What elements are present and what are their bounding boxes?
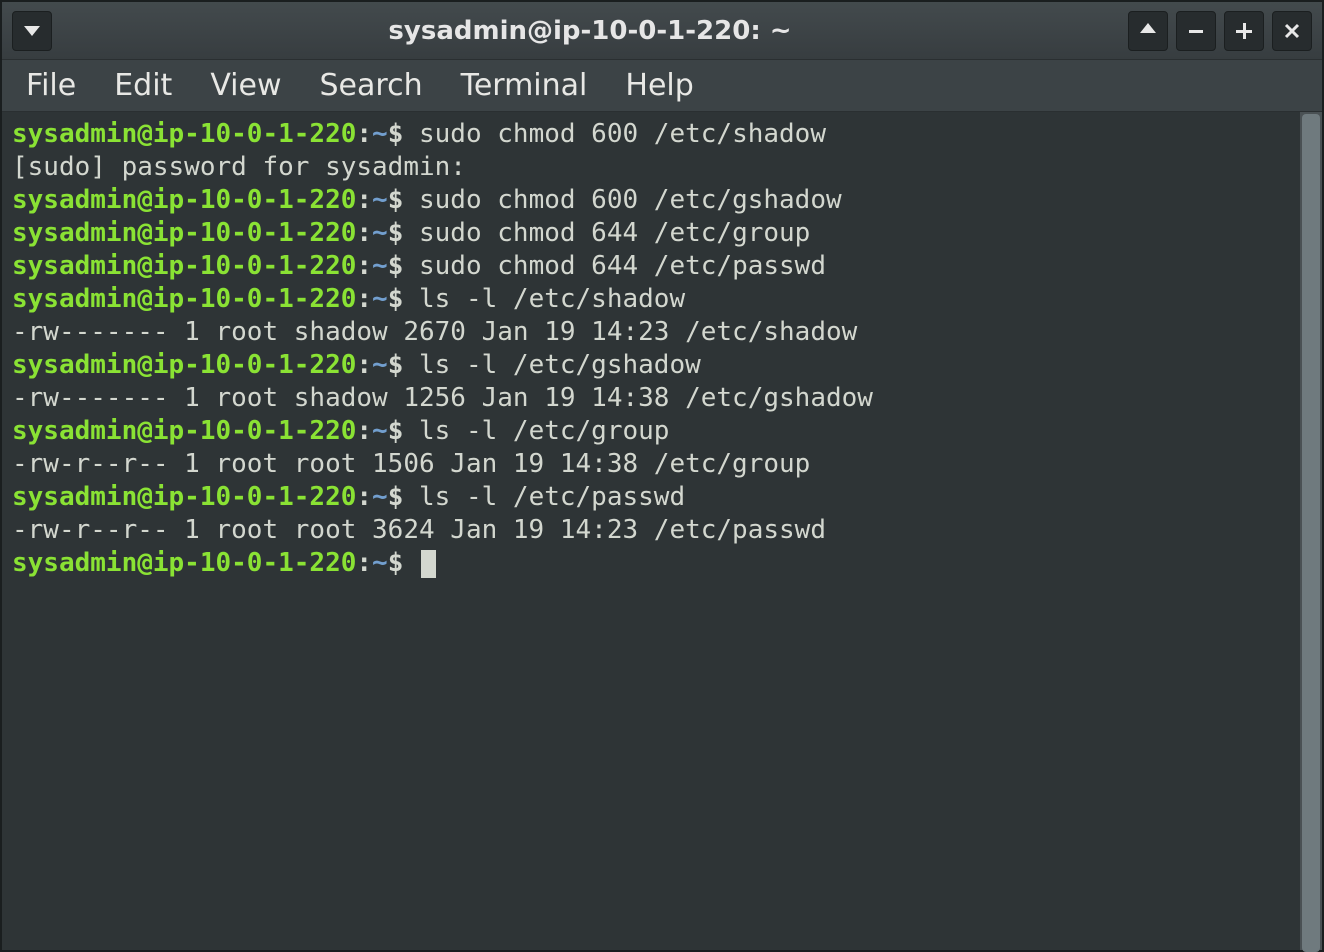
terminal-line: -rw-r--r-- 1 root root 3624 Jan 19 14:23…: [12, 514, 1292, 547]
minimize-button[interactable]: [1176, 11, 1216, 51]
close-button[interactable]: [1272, 11, 1312, 51]
menu-help[interactable]: Help: [625, 68, 693, 103]
terminal-line: sysadmin@ip-10-0-1-220:~$ sudo chmod 644…: [12, 217, 1292, 250]
menu-edit[interactable]: Edit: [114, 68, 172, 103]
menubar: File Edit View Search Terminal Help: [2, 60, 1322, 112]
terminal-line: sysadmin@ip-10-0-1-220:~$ sudo chmod 600…: [12, 118, 1292, 151]
terminal-output[interactable]: sysadmin@ip-10-0-1-220:~$ sudo chmod 600…: [2, 112, 1300, 950]
titlebar: sysadmin@ip-10-0-1-220: ~: [2, 2, 1322, 60]
terminal-line: -rw------- 1 root shadow 2670 Jan 19 14:…: [12, 316, 1292, 349]
terminal-line: sysadmin@ip-10-0-1-220:~$ ls -l /etc/pas…: [12, 481, 1292, 514]
scrollbar[interactable]: [1300, 112, 1322, 950]
menu-terminal[interactable]: Terminal: [461, 68, 588, 103]
menu-search[interactable]: Search: [320, 68, 423, 103]
cursor-icon: [421, 550, 436, 578]
menu-view[interactable]: View: [210, 68, 281, 103]
window-menu-button[interactable]: [12, 11, 52, 51]
terminal-line: sysadmin@ip-10-0-1-220:~$: [12, 547, 1292, 580]
scrollbar-thumb[interactable]: [1302, 114, 1320, 952]
window-title: sysadmin@ip-10-0-1-220: ~: [52, 16, 1128, 46]
always-on-top-button[interactable]: [1128, 11, 1168, 51]
terminal-line: sysadmin@ip-10-0-1-220:~$ sudo chmod 644…: [12, 250, 1292, 283]
terminal-line: -rw-r--r-- 1 root root 1506 Jan 19 14:38…: [12, 448, 1292, 481]
terminal-line: sysadmin@ip-10-0-1-220:~$ ls -l /etc/sha…: [12, 283, 1292, 316]
terminal-window: sysadmin@ip-10-0-1-220: ~ File Edit View…: [0, 0, 1324, 952]
terminal-line: -rw------- 1 root shadow 1256 Jan 19 14:…: [12, 382, 1292, 415]
terminal-line: sysadmin@ip-10-0-1-220:~$ ls -l /etc/gsh…: [12, 349, 1292, 382]
menu-file[interactable]: File: [26, 68, 76, 103]
maximize-button[interactable]: [1224, 11, 1264, 51]
terminal-body-wrapper: sysadmin@ip-10-0-1-220:~$ sudo chmod 600…: [2, 112, 1322, 950]
terminal-line: [sudo] password for sysadmin:: [12, 151, 1292, 184]
terminal-line: sysadmin@ip-10-0-1-220:~$ ls -l /etc/gro…: [12, 415, 1292, 448]
terminal-line: sysadmin@ip-10-0-1-220:~$ sudo chmod 600…: [12, 184, 1292, 217]
